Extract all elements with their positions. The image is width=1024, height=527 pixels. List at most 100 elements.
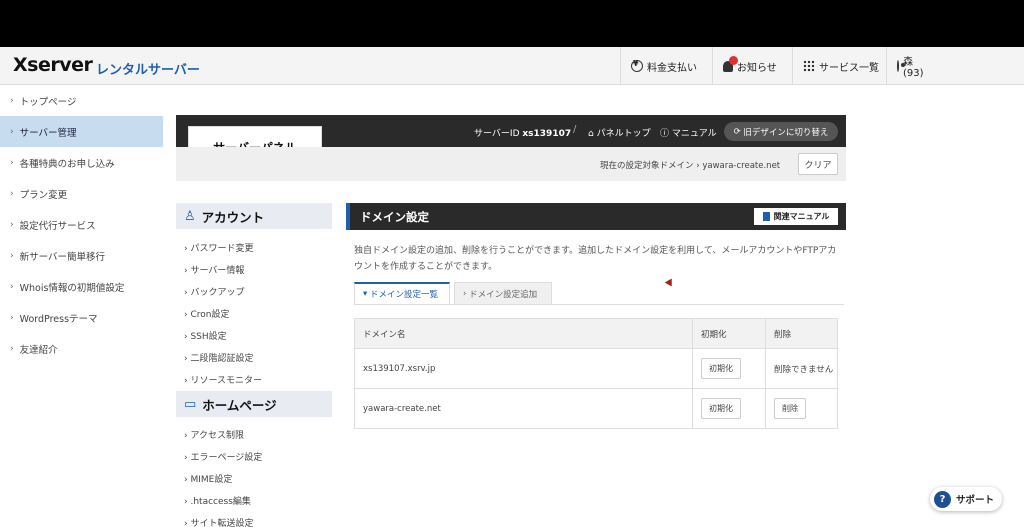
help-circle-icon: ⓘ <box>660 129 670 139</box>
sidebar-item-top[interactable]: › トップページ <box>0 85 163 116</box>
chevron-right-icon: › <box>10 219 14 230</box>
menu-item-htaccess[interactable]: › .htaccess編集 <box>184 494 251 507</box>
person-icon: ♙ <box>184 208 196 224</box>
services-label: サービス一覧 <box>819 62 879 74</box>
menu-section-homepage: ▭ ホームページ <box>176 391 332 417</box>
top-header: Xserver レンタルサーバー 料金支払い お知らせ サービス一覧 森 (93… <box>0 47 1024 85</box>
menu-item-label: アクセス制限 <box>190 431 245 441</box>
domain-name: xs139107.xsrv.jp <box>354 348 693 389</box>
mouse-cursor-icon <box>664 278 676 289</box>
chevron-right-icon: › <box>10 126 14 137</box>
chevron-right-icon: › <box>10 281 14 292</box>
logo-subtitle[interactable]: レンタルサーバー <box>96 59 200 78</box>
switch-icon: ⟳ <box>733 126 744 137</box>
menu-item-password[interactable]: › パスワード変更 <box>184 241 253 254</box>
sidebar-item-label: サーバー管理 <box>19 127 77 139</box>
support-label: サポート <box>956 495 995 506</box>
menu-item-error-page[interactable]: › エラーページ設定 <box>184 450 262 463</box>
tab-label: ドメイン設定追加 <box>469 289 538 300</box>
sidebar-item-server-management[interactable]: › サーバー管理 <box>0 116 163 147</box>
sidebar-item-label: トップページ <box>19 96 77 108</box>
sidebar-item-label: Whois情報の初期値設定 <box>19 282 125 294</box>
payment-label: 料金支払い <box>647 62 697 74</box>
column-header-domain: ドメイン名 <box>354 318 693 349</box>
menu-item-site-redirect[interactable]: › サイト転送設定 <box>184 516 253 527</box>
support-button[interactable]: ? サポート <box>930 487 1002 511</box>
sidebar-item-wordpress-theme[interactable]: › WordPressテーマ <box>0 302 163 333</box>
server-id-label: サーバーID <box>474 129 520 139</box>
user-menu[interactable]: 森 (93) <box>886 47 1013 85</box>
notice-link[interactable]: お知らせ <box>712 47 787 85</box>
user-icon <box>897 60 905 72</box>
yen-coin-icon <box>631 59 643 72</box>
table-row: yawara-create.net 初期化 削除 <box>354 388 838 429</box>
menu-item-resource-monitor[interactable]: › リソースモニター <box>184 373 262 386</box>
user-name: 森 (93) <box>903 57 1013 79</box>
clear-button[interactable]: クリア <box>798 153 838 175</box>
sidebar-item-whois[interactable]: › Whois情報の初期値設定 <box>0 271 163 302</box>
sidebar-item-plan-change[interactable]: › プラン変更 <box>0 178 163 209</box>
menu-item-label: MIME設定 <box>190 475 233 485</box>
related-manual-button[interactable]: 関連マニュアル <box>754 208 838 225</box>
notice-label: お知らせ <box>737 62 777 74</box>
menu-item-backup[interactable]: › バックアップ <box>184 285 244 298</box>
chevron-right-icon: › <box>10 188 14 199</box>
table-header-row: ドメイン名 初期化 削除 <box>354 318 838 349</box>
services-link[interactable]: サービス一覧 <box>792 47 889 85</box>
menu-item-cron[interactable]: › Cron設定 <box>184 307 229 320</box>
menu-item-ssh[interactable]: › SSH設定 <box>184 329 227 342</box>
delete-button[interactable]: 削除 <box>774 398 806 419</box>
grid-icon <box>803 60 815 72</box>
chevron-right-icon: › <box>10 312 14 323</box>
domain-table: ドメイン名 初期化 削除 xs139107.xsrv.jp 初期化 削除できませ… <box>354 318 838 429</box>
tab-domain-list[interactable]: ▾ ドメイン設定一覧 <box>354 282 450 304</box>
init-button[interactable]: 初期化 <box>701 358 741 379</box>
target-domain: 現在の設定対象ドメイン › yawara-create.net <box>600 161 781 171</box>
question-icon: ? <box>934 490 951 508</box>
menu-item-access-restriction[interactable]: › アクセス制限 <box>184 428 244 441</box>
sidebar-item-referral[interactable]: › 友達紹介 <box>0 333 163 364</box>
sidebar: › トップページ › サーバー管理 › 各種特典のお申し込み › プラン変更 › 設定代行… <box>0 85 163 527</box>
menu-item-label: 二段階認証設定 <box>190 354 254 364</box>
init-cell: 初期化 <box>692 348 766 389</box>
chevron-right-icon: › <box>10 250 14 261</box>
sidebar-item-label: 新サーバー簡単移行 <box>19 251 106 263</box>
home-icon: ⌂ <box>588 129 594 139</box>
notification-badge <box>729 55 738 65</box>
menu-section-account: ♙ アカウント <box>176 203 332 229</box>
menu-item-label: サイト転送設定 <box>190 519 254 527</box>
chevron-right-icon: › <box>10 157 14 168</box>
sidebar-item-label: プラン変更 <box>19 189 68 201</box>
menu-item-label: サーバー情報 <box>190 266 245 276</box>
bell-icon <box>723 55 738 72</box>
init-button[interactable]: 初期化 <box>701 398 741 419</box>
menu-item-2fa[interactable]: › 二段階認証設定 <box>184 351 253 364</box>
nav-separator: / <box>573 124 577 135</box>
menu-item-label: Cron設定 <box>190 310 230 320</box>
server-id: サーバーID xs139107 <box>474 126 571 139</box>
chevron-right-icon: › <box>10 95 14 106</box>
sidebar-item-benefits[interactable]: › 各種特典のお申し込み <box>0 147 163 178</box>
menu-item-label: リソースモニター <box>190 376 263 386</box>
column-header-delete: 削除 <box>765 318 838 349</box>
panel-top-link[interactable]: ⌂ パネルトップ <box>588 126 651 139</box>
menu-item-label: エラーページ設定 <box>190 453 263 463</box>
sidebar-item-migration[interactable]: › 新サーバー簡単移行 <box>0 240 163 271</box>
delete-cell: 削除できません <box>765 348 838 389</box>
menu-section-title: ホームページ <box>202 397 277 413</box>
menu-item-mime[interactable]: › MIME設定 <box>184 472 232 485</box>
tab-label: ドメイン設定一覧 <box>369 290 438 300</box>
menu-item-label: SSH設定 <box>190 332 227 342</box>
chevron-down-icon: ▾ <box>363 289 370 299</box>
tab-domain-add[interactable]: › ドメイン設定追加 <box>454 282 552 304</box>
chevron-right-icon: › <box>10 343 14 354</box>
screen: Xserver レンタルサーバー 料金支払い お知らせ サービス一覧 森 (93… <box>0 47 1024 527</box>
manual-link[interactable]: ⓘ マニュアル <box>660 126 717 139</box>
payment-link[interactable]: 料金支払い <box>620 47 707 85</box>
menu-item-server-info[interactable]: › サーバー情報 <box>184 263 244 276</box>
sidebar-item-setup-service[interactable]: › 設定代行サービス <box>0 209 163 240</box>
old-design-button[interactable]: ⟳ 旧デザインに切り替え <box>724 122 838 141</box>
sidebar-item-label: 各種特典のお申し込み <box>19 158 115 170</box>
delete-cell: 削除 <box>765 388 838 429</box>
logo[interactable]: Xserver <box>13 54 93 76</box>
